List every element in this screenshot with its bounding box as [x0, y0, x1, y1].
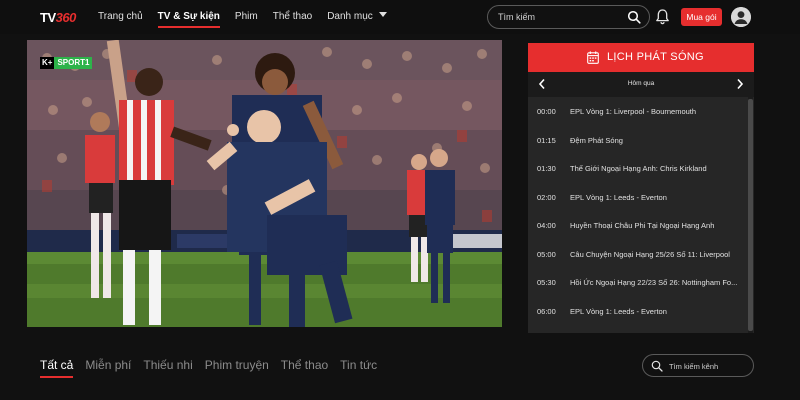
tab-sports[interactable]: Thể thao: [281, 358, 328, 376]
logo-text: TV: [40, 9, 56, 25]
tab-news[interactable]: Tin tức: [340, 358, 377, 376]
schedule-item[interactable]: 01:15 Đệm Phát Sóng: [528, 126, 747, 154]
schedule-program: EPL Vòng 1: Leeds - Everton: [570, 306, 667, 316]
schedule-item[interactable]: 02:00 EPL Vòng 1: Leeds - Everton: [528, 183, 747, 211]
nav-tv-events-label: TV & Sự kiện: [157, 11, 220, 22]
tab-series[interactable]: Phim truyện: [205, 358, 269, 376]
schedule-item[interactable]: 05:00 Câu Chuyện Ngoại Hạng 25/26 Số 11:…: [528, 240, 747, 268]
schedule-program: Hồi Ức Ngoại Hạng 22/23 Số 26: Nottingha…: [570, 278, 738, 287]
nav-sports[interactable]: Thể thao: [273, 10, 312, 28]
chevron-right-icon[interactable]: [736, 78, 744, 90]
user-avatar-icon[interactable]: [731, 7, 751, 27]
day-selector: Hôm qua: [528, 72, 754, 97]
tab-kids[interactable]: Thiếu nhi: [143, 358, 192, 376]
logo-accent: 360: [55, 9, 77, 25]
nav-categories-dropdown[interactable]: Danh mục: [327, 10, 387, 28]
schedule-scrollbar-thumb[interactable]: [748, 99, 753, 331]
schedule-time: 06:00: [537, 306, 556, 316]
chevron-down-icon: [378, 12, 387, 17]
schedule-time: 04:00: [537, 221, 556, 230]
nav-movies[interactable]: Phim: [235, 10, 258, 28]
nav-movies-label: Phim: [234, 11, 258, 22]
nav-tv-events[interactable]: TV & Sự kiện: [157, 10, 221, 28]
broadcast-schedule-panel: LỊCH PHÁT SÓNG Hôm qua 00:00 EPL Vòng 1:…: [528, 43, 754, 333]
schedule-program: Câu Chuyện Ngoại Hạng 25/26 Số 11: Liver…: [570, 249, 730, 259]
schedule-scrollbar[interactable]: [748, 97, 753, 333]
tab-all[interactable]: Tất cả: [40, 358, 74, 378]
channel-badge-prefix: K+: [40, 57, 55, 69]
schedule-item[interactable]: 05:30 Hồi Ức Ngoại Hạng 22/23 Số 26: Not…: [528, 268, 747, 296]
bell-icon[interactable]: [655, 8, 670, 25]
channel-search-placeholder: Tìm kiếm kênh: [669, 362, 719, 371]
schedule-item[interactable]: 04:00 Huyền Thoại Châu Phi Tại Ngoại Hạn…: [528, 211, 747, 239]
schedule-program: EPL Vòng 1: Liverpool - Bournemouth: [570, 107, 697, 116]
video-player[interactable]: [27, 40, 502, 327]
channel-search-input[interactable]: Tìm kiếm kênh: [642, 354, 754, 377]
schedule-item[interactable]: 00:00 EPL Vòng 1: Liverpool - Bournemout…: [528, 97, 747, 125]
calendar-icon: [587, 51, 599, 64]
schedule-time: 02:00: [537, 192, 556, 202]
nav-home-label: Trang chủ: [98, 11, 143, 22]
tab-free[interactable]: Miễn phí: [85, 358, 131, 376]
tv360-logo[interactable]: TV 360: [40, 8, 76, 26]
search-input[interactable]: Tìm kiếm: [487, 5, 650, 29]
schedule-item[interactable]: 06:00 EPL Vòng 1: Leeds - Everton: [528, 297, 747, 325]
schedule-time: 01:15: [537, 135, 556, 145]
schedule-time: 05:00: [537, 249, 556, 259]
nav-categories-label: Danh mục: [327, 11, 373, 22]
channel-category-tabs: Tất cả Miễn phí Thiếu nhi Phim truyện Th…: [40, 358, 389, 378]
schedule-program: EPL Vòng 1: Leeds - Everton: [570, 192, 667, 202]
channel-badge-name: SPORT1: [54, 57, 93, 69]
main-nav: Trang chủ TV & Sự kiện Phim Thể thao Dan…: [98, 10, 402, 28]
channel-badge: K+ SPORT1: [40, 57, 93, 69]
schedule-program: Đệm Phát Sóng: [570, 135, 623, 145]
schedule-header: LỊCH PHÁT SÓNG: [528, 43, 754, 72]
top-header: TV 360 Trang chủ TV & Sự kiện Phim Thể t…: [0, 0, 800, 34]
schedule-time: 05:30: [537, 278, 556, 287]
search-placeholder: Tìm kiếm: [498, 12, 535, 22]
nav-home[interactable]: Trang chủ: [98, 10, 143, 28]
schedule-title: LỊCH PHÁT SÓNG: [607, 51, 704, 63]
search-icon: [651, 360, 663, 372]
schedule-list: 00:00 EPL Vòng 1: Liverpool - Bournemout…: [528, 97, 747, 333]
selected-day-label: Hôm qua: [627, 80, 655, 87]
match-footage: [27, 40, 502, 327]
schedule-program: Thế Giới Ngoại Hạng Anh: Chris Kirkland: [570, 164, 707, 173]
schedule-time: 01:30: [537, 164, 556, 173]
schedule-time: 00:00: [537, 107, 556, 116]
search-icon[interactable]: [627, 10, 641, 24]
buy-package-button[interactable]: Mua gói: [681, 8, 722, 26]
schedule-item[interactable]: 01:30 Thế Giới Ngoại Hạng Anh: Chris Kir…: [528, 154, 747, 182]
nav-sports-label: Thể thao: [272, 11, 313, 22]
schedule-program: Huyền Thoại Châu Phi Tại Ngoại Hạng Anh: [570, 221, 715, 230]
